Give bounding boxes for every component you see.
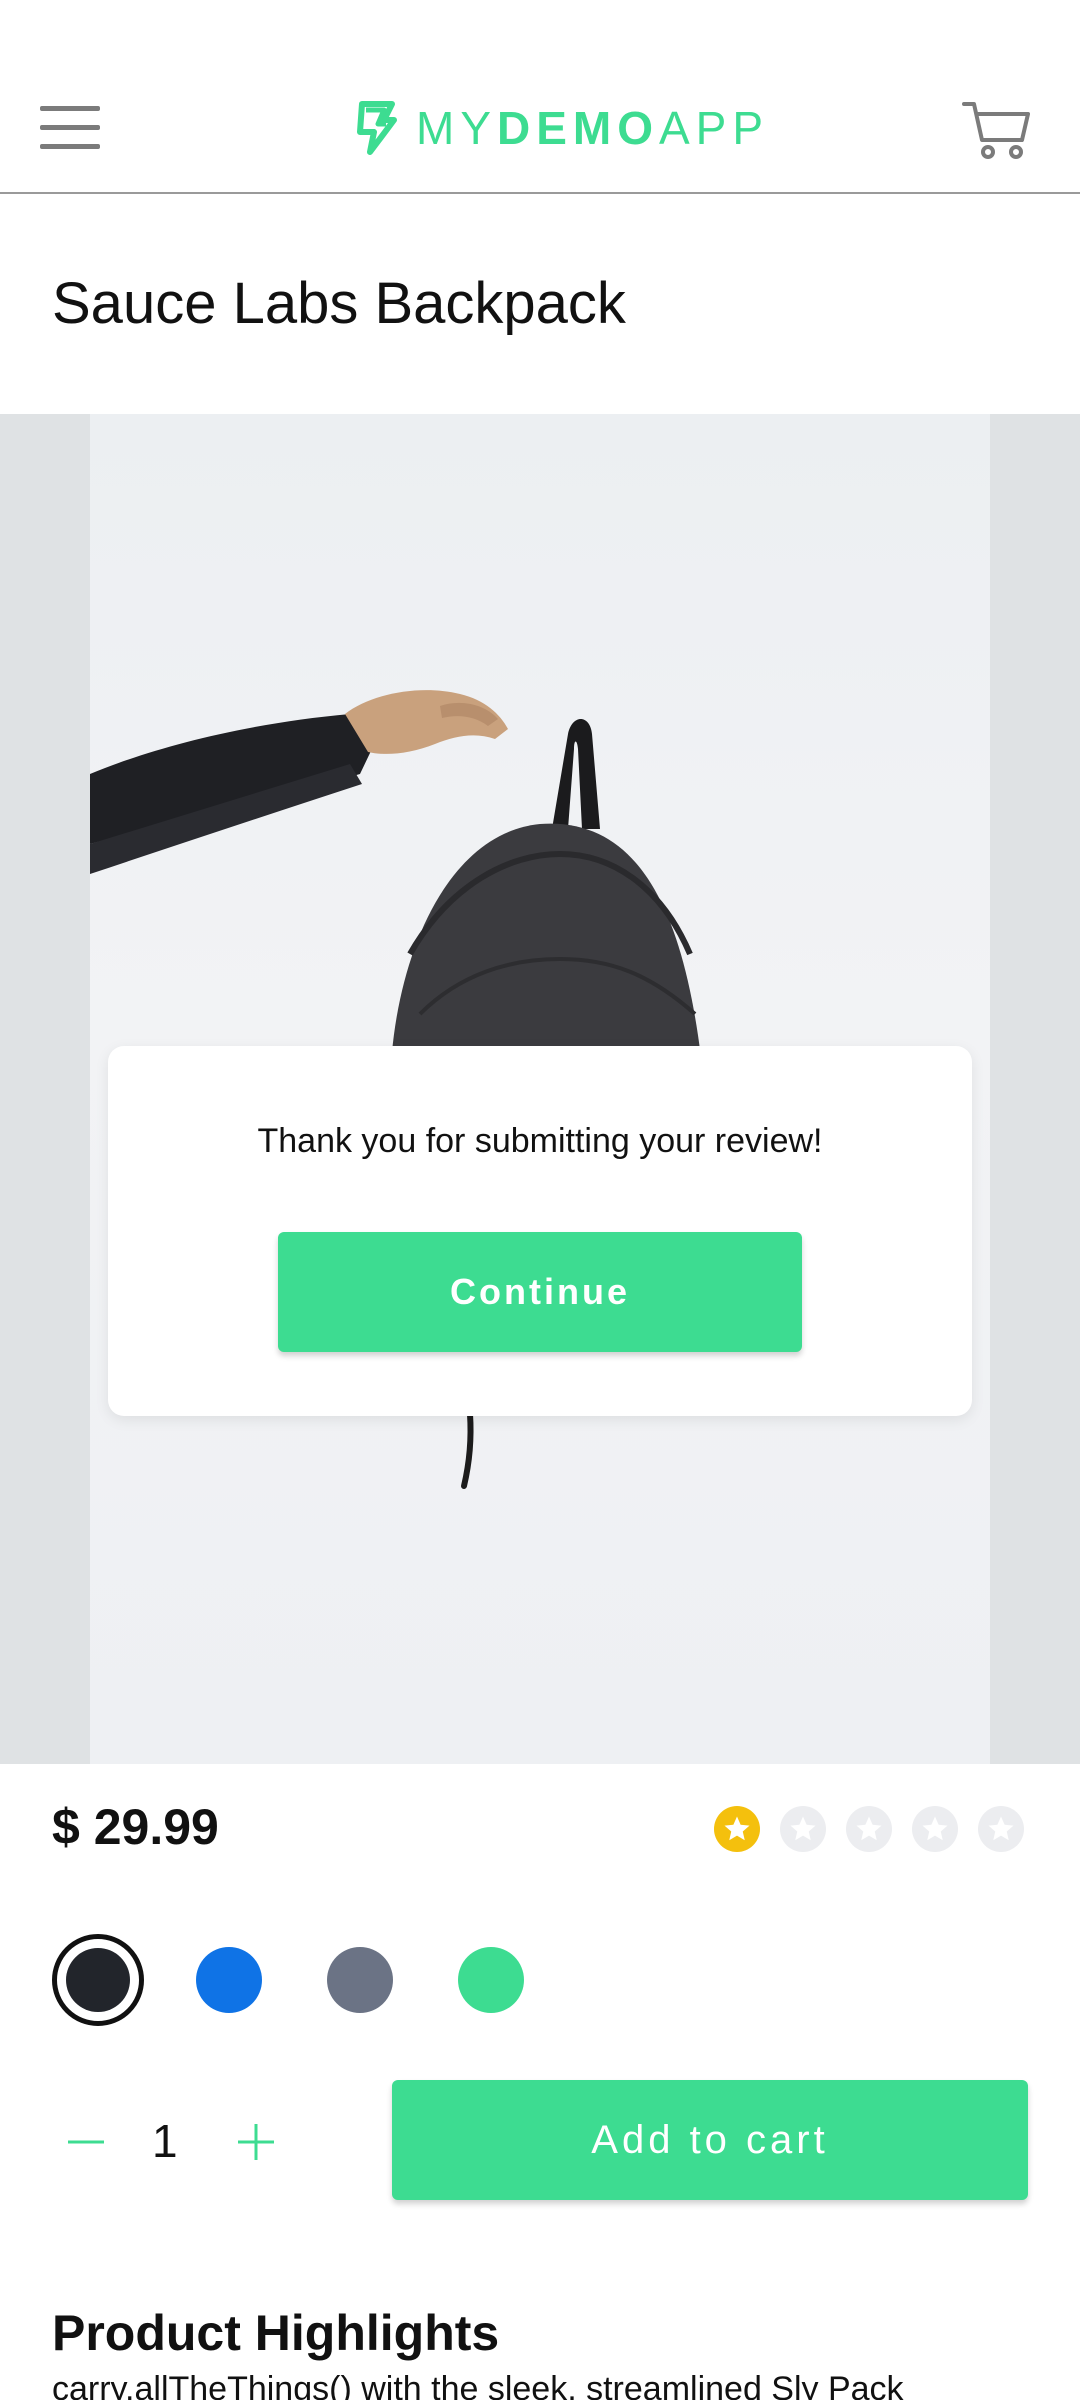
star-icon-5[interactable] <box>978 1806 1024 1852</box>
app-logo: MYDEMOAPP <box>348 98 769 158</box>
color-swatch-gray[interactable] <box>327 1947 393 2013</box>
highlights-heading: Product Highlights <box>52 2305 500 2361</box>
plus-icon[interactable] <box>234 2112 278 2172</box>
review-confirmation-dialog: Thank you for submitting your review! Co… <box>108 1046 972 1416</box>
star-icon-4[interactable] <box>912 1806 958 1852</box>
color-swatch-blue[interactable] <box>196 1947 262 2013</box>
minus-icon[interactable] <box>64 2112 108 2172</box>
app-screen: MYDEMOAPP Sauce Labs Backpack Thank you … <box>0 0 1080 2400</box>
rating-stars <box>714 1806 1024 1852</box>
menu-icon[interactable] <box>40 106 102 150</box>
product-price: $ 29.99 <box>52 1799 219 1855</box>
header-bar: MYDEMOAPP <box>0 0 1080 194</box>
cart-icon[interactable] <box>962 96 1032 162</box>
add-to-cart-button[interactable]: Add to cart <box>392 2080 1028 2200</box>
product-title: Sauce Labs Backpack <box>52 271 626 336</box>
dialog-message: Thank you for submitting your review! <box>257 1122 823 1160</box>
logo-icon <box>357 101 397 155</box>
continue-button[interactable]: Continue <box>278 1232 802 1352</box>
color-swatch-black[interactable] <box>52 1934 144 2026</box>
color-swatch-black-fill <box>66 1948 130 2012</box>
highlights-text: carry.allTheThings() with the sleek, str… <box>52 2370 904 2400</box>
color-swatch-green[interactable] <box>458 1947 524 2013</box>
logo-text: MYDEMOAPP <box>416 102 770 154</box>
star-icon-2[interactable] <box>780 1806 826 1852</box>
quantity-value: 1 <box>152 2115 178 2167</box>
star-icon-3[interactable] <box>846 1806 892 1852</box>
star-icon-1[interactable] <box>714 1806 760 1852</box>
